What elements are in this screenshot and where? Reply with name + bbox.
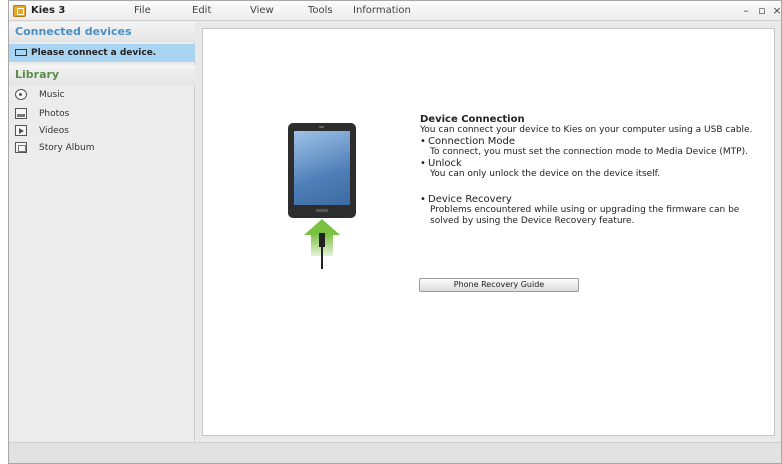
bullet-unlock: Unlock bbox=[420, 158, 770, 169]
intro-text: You can connect your device to Kies on y… bbox=[420, 125, 753, 135]
device-item-label: Please connect a device. bbox=[31, 48, 157, 58]
menu-view[interactable]: View bbox=[250, 1, 274, 21]
sidebar-item-label: Music bbox=[39, 90, 65, 100]
bullet-connection-mode-text: To connect, you must set the connection … bbox=[430, 147, 748, 157]
main-panel: Device Connection You can connect your d… bbox=[202, 28, 775, 436]
bullet-unlock-text: You can only unlock the device on the de… bbox=[430, 169, 661, 179]
phone-recovery-guide-button[interactable]: Phone Recovery Guide bbox=[419, 278, 579, 292]
connected-devices-header: Connected devices bbox=[9, 22, 195, 42]
device-connection-info: Device Connection You can connect your d… bbox=[420, 114, 770, 227]
story-album-icon bbox=[15, 142, 27, 153]
videos-icon bbox=[15, 125, 27, 136]
sidebar-item-music[interactable]: Music bbox=[9, 87, 195, 103]
menu-tools[interactable]: Tools bbox=[308, 1, 333, 21]
tablet-camera bbox=[319, 126, 324, 128]
menu-file[interactable]: File bbox=[134, 1, 151, 21]
sidebar-item-connect-device[interactable]: Please connect a device. bbox=[9, 44, 195, 62]
bullet-connection-mode: Connection Mode bbox=[420, 136, 770, 147]
close-button[interactable]: × bbox=[770, 1, 782, 21]
bullet-device-recovery: Device Recovery bbox=[420, 194, 770, 205]
sidebar-item-label: Story Album bbox=[39, 143, 95, 153]
minimize-button[interactable]: – bbox=[739, 1, 753, 21]
tablet-screen bbox=[294, 131, 350, 205]
tablet-home-button bbox=[316, 209, 328, 212]
sidebar-item-story-album[interactable]: Story Album bbox=[9, 140, 195, 156]
title-menu-bar: Kies 3 File Edit View Tools Information … bbox=[9, 1, 782, 21]
kies-window: Kies 3 File Edit View Tools Information … bbox=[8, 0, 782, 464]
usb-cable bbox=[321, 247, 323, 269]
sidebar-item-videos[interactable]: Videos bbox=[9, 123, 195, 139]
sidebar-item-photos[interactable]: Photos bbox=[9, 106, 195, 122]
menu-edit[interactable]: Edit bbox=[192, 1, 211, 21]
sidebar-item-label: Videos bbox=[39, 126, 69, 136]
music-icon bbox=[15, 89, 27, 100]
menu-information[interactable]: Information bbox=[353, 1, 411, 21]
kies-app-icon bbox=[13, 5, 26, 17]
status-bar bbox=[9, 442, 781, 463]
sidebar-item-label: Photos bbox=[39, 109, 70, 119]
usb-plug-icon bbox=[319, 233, 325, 247]
bullet-device-recovery-text: Problems encountered while using or upgr… bbox=[430, 205, 740, 226]
device-icon bbox=[15, 49, 27, 56]
photos-icon bbox=[15, 108, 27, 119]
maximize-button[interactable]: ▫ bbox=[755, 1, 769, 21]
sidebar: Connected devices Please connect a devic… bbox=[9, 22, 195, 442]
library-header: Library bbox=[9, 65, 195, 85]
tablet-illustration bbox=[288, 123, 356, 218]
section-title: Device Connection bbox=[420, 114, 525, 125]
app-title: Kies 3 bbox=[31, 5, 66, 16]
